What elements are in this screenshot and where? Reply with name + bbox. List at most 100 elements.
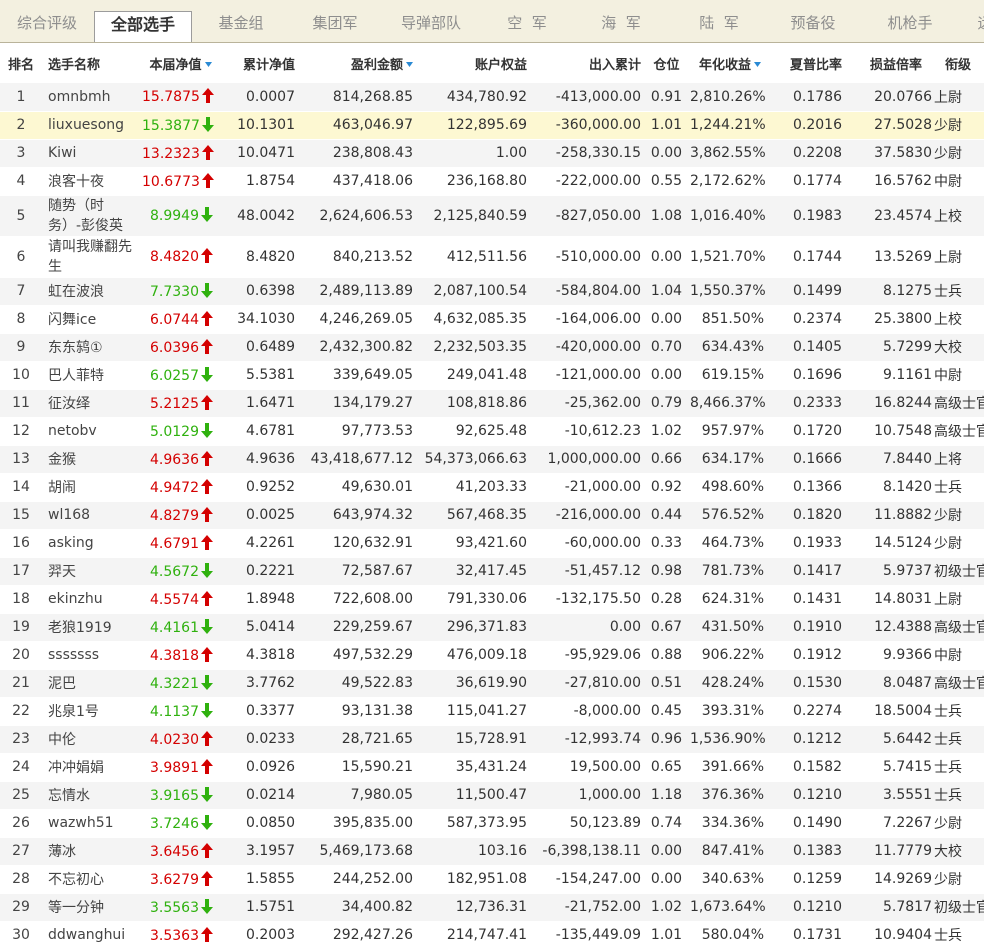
sort-desc-icon[interactable] — [406, 61, 413, 67]
table-row[interactable]: 8 闪舞ice 6.0744 34.1030 4,246,269.05 4,632,085… — [0, 305, 984, 334]
cell-player-name[interactable]: liuxuesong — [42, 111, 142, 140]
cell-profit: 7,980.05 — [301, 781, 415, 810]
table-row[interactable]: 17 羿天 4.5672 0.2221 72,587.67 32,417.45 -51,45… — [0, 557, 984, 586]
cell-cumulative-nav: 0.2003 — [219, 921, 301, 950]
cell-player-name[interactable]: 巴人菲特 — [42, 361, 142, 390]
table-row[interactable]: 28 不忘初心 3.6279 1.5855 244,252.00 182,951.08 -1… — [0, 865, 984, 894]
table-row[interactable]: 24 冲冲娟娟 3.9891 0.0926 15,590.21 35,431.24 19,5… — [0, 753, 984, 782]
table-row[interactable]: 9 东东鸫① 6.0396 0.6489 2,432,300.82 2,232,503.3… — [0, 333, 984, 362]
cell-player-name[interactable]: 等一分钟 — [42, 893, 142, 922]
table-row[interactable]: 5 随势（时务）-彭俊英 8.9949 48.0042 2,624,606.53 2,12… — [0, 195, 984, 237]
cell-player-name[interactable]: 冲冲娟娟 — [42, 753, 142, 782]
cell-player-name[interactable]: Kiwi — [42, 139, 142, 168]
cell-player-name[interactable]: 羿天 — [42, 557, 142, 586]
table-row[interactable]: 16 asking 4.6791 4.2261 120,632.91 93,421.60-… — [0, 529, 984, 558]
table-row[interactable]: 20 sssssss 4.3818 4.3818 497,532.29 476,009.1… — [0, 641, 984, 670]
cell-player-name[interactable]: 忘情水 — [42, 781, 142, 810]
tab-fund-group[interactable]: 基金组 — [212, 0, 270, 42]
cell-profit: 93,131.38 — [301, 697, 415, 726]
arrow-down-icon — [201, 702, 213, 718]
table-row[interactable]: 30 ddwanghui 3.5363 0.2003 292,427.26 214,747… — [0, 921, 984, 950]
cell-player-name[interactable]: netobv — [42, 417, 142, 446]
cell-sharpe-ratio: 0.1744 — [770, 236, 850, 278]
cell-player-name[interactable]: sssssss — [42, 641, 142, 670]
cell-cumulative-nav: 0.0850 — [219, 809, 301, 838]
arrow-up-icon — [201, 534, 213, 550]
header-annual-label: 年化收益 — [698, 57, 751, 73]
cell-rank: 25 — [0, 781, 42, 810]
table-row[interactable]: 6 请叫我赚翻先生 8.4820 8.4820 840,213.52 412,511.56… — [0, 236, 984, 278]
table-row[interactable]: 25 忘情水 3.9165 0.0214 7,980.05 11,500.47 1,000.… — [0, 781, 984, 810]
table-row[interactable]: 14 胡闹 4.9472 0.9252 49,630.01 41,203.33 -21,00… — [0, 473, 984, 502]
tab-air-force[interactable]: 空 军 — [500, 0, 554, 42]
cell-player-name[interactable]: 闪舞ice — [42, 305, 142, 334]
cell-player-name[interactable]: 征汝绎 — [42, 389, 142, 418]
cell-cumulative-nav: 10.0471 — [219, 139, 301, 168]
tab-machine-gunner[interactable]: 机枪手 — [880, 0, 940, 42]
cell-player-name[interactable]: 虹在波浪 — [42, 277, 142, 306]
table-row[interactable]: 29 等一分钟 3.5563 1.5751 34,400.82 12,736.31 -21,… — [0, 893, 984, 922]
header-annual-return[interactable]: 年化收益 — [690, 43, 770, 83]
tab-all-players[interactable]: 全部选手 — [94, 11, 192, 42]
table-row[interactable]: 26 wazwh51 3.7246 0.0850 395,835.00 587,373.9… — [0, 809, 984, 838]
cell-pl-ratio: 5.7299 — [850, 333, 932, 362]
cell-profit: 49,630.01 — [301, 473, 415, 502]
tab-more[interactable]: 远 — [975, 0, 984, 42]
cell-player-name[interactable]: 浪客十夜 — [42, 167, 142, 196]
cell-profit: 2,432,300.82 — [301, 333, 415, 362]
table-row[interactable]: 18 ekinzhu 4.5574 1.8948 722,608.00 791,330.0… — [0, 585, 984, 614]
table-row[interactable]: 3 Kiwi 13.2323 10.0471 238,808.43 1.00 -258,33… — [0, 139, 984, 168]
cell-player-name[interactable]: 金猴 — [42, 445, 142, 474]
arrow-up-icon — [201, 590, 213, 606]
cell-player-name[interactable]: wl168 — [42, 501, 142, 530]
nav-value: 4.4161 — [150, 619, 199, 636]
cell-player-name[interactable]: 随势（时务）-彭俊英 — [42, 195, 142, 237]
tab-reserve[interactable]: 预备役 — [785, 0, 841, 42]
cell-player-name[interactable]: 不忘初心 — [42, 865, 142, 894]
tab-army[interactable]: 陆 军 — [692, 0, 746, 42]
header-nav[interactable]: 本届净值 — [142, 43, 219, 83]
cell-nav: 4.0230 — [142, 725, 219, 754]
tab-group-army[interactable]: 集团军 — [304, 0, 366, 42]
table-row[interactable]: 19 老狼1919 4.4161 5.0414 229,259.67 296,371.83… — [0, 613, 984, 642]
table-row[interactable]: 4 浪客十夜 10.6773 1.8754 437,418.06 236,168.80 -2… — [0, 167, 984, 196]
header-rank-title: 衔级 — [944, 57, 971, 73]
table-row[interactable]: 13 金猴 4.9636 4.9636 43,418,677.12 54,373,066.… — [0, 445, 984, 474]
tab-missile-force[interactable]: 导弹部队 — [396, 0, 466, 42]
table-row[interactable]: 12 netobv 5.0129 4.6781 97,773.53 92,625.48 -1… — [0, 417, 984, 446]
cell-rank: 4 — [0, 167, 42, 196]
table-row[interactable]: 22 兆泉1号 4.1137 0.3377 93,131.38 115,041.27 -8,… — [0, 697, 984, 726]
table-row[interactable]: 7 虹在波浪 7.7330 0.6398 2,489,113.89 2,087,100.5… — [0, 277, 984, 306]
table-row[interactable]: 11 征汝绎 5.2125 1.6471 134,179.27 108,818.86 -25… — [0, 389, 984, 418]
sort-desc-icon[interactable] — [754, 61, 761, 67]
cell-cumulative-nav: 10.1301 — [219, 111, 301, 140]
cell-rank-title: 士兵 — [932, 473, 984, 502]
table-row[interactable]: 10 巴人菲特 6.0257 5.5381 339,649.05 249,041.48 -1… — [0, 361, 984, 390]
cell-player-name[interactable]: 请叫我赚翻先生 — [42, 236, 142, 278]
cell-player-name[interactable]: wazwh51 — [42, 809, 142, 838]
cell-annual-return: 393.31% — [690, 697, 770, 726]
cell-nav: 3.6456 — [142, 837, 219, 866]
table-row[interactable]: 1 omnbmh 15.7875 0.0007 814,268.85 434,780.92… — [0, 83, 984, 112]
cell-rank-title: 中尉 — [932, 361, 984, 390]
tab-navy[interactable]: 海 军 — [594, 0, 648, 42]
table-row[interactable]: 23 中伦 4.0230 0.0233 28,721.65 15,728.91 -12,99… — [0, 725, 984, 754]
cell-player-name[interactable]: 胡闹 — [42, 473, 142, 502]
cell-player-name[interactable]: 中伦 — [42, 725, 142, 754]
cell-player-name[interactable]: ddwanghui — [42, 921, 142, 950]
cell-player-name[interactable]: 东东鸫① — [42, 333, 142, 362]
table-row[interactable]: 15 wl168 4.8279 0.0025 643,974.32 567,468.35-… — [0, 501, 984, 530]
cell-player-name[interactable]: 老狼1919 — [42, 613, 142, 642]
cell-player-name[interactable]: 薄冰 — [42, 837, 142, 866]
table-row[interactable]: 27 薄冰 3.6456 3.1957 5,469,173.68 103.16 -6,398… — [0, 837, 984, 866]
cell-player-name[interactable]: omnbmh — [42, 83, 142, 112]
cell-player-name[interactable]: ekinzhu — [42, 585, 142, 614]
cell-player-name[interactable]: asking — [42, 529, 142, 558]
table-row[interactable]: 2 liuxuesong 15.3877 10.1301 463,046.97 122,8… — [0, 111, 984, 140]
tab-comprehensive-rating[interactable]: 综合评级 — [12, 0, 82, 42]
header-profit[interactable]: 盈利金额 — [301, 43, 415, 83]
table-row[interactable]: 21 泥巴 4.3221 3.7762 49,522.83 36,619.90 -27,81… — [0, 669, 984, 698]
sort-desc-icon[interactable] — [204, 61, 212, 67]
cell-player-name[interactable]: 兆泉1号 — [42, 697, 142, 726]
cell-player-name[interactable]: 泥巴 — [42, 669, 142, 698]
